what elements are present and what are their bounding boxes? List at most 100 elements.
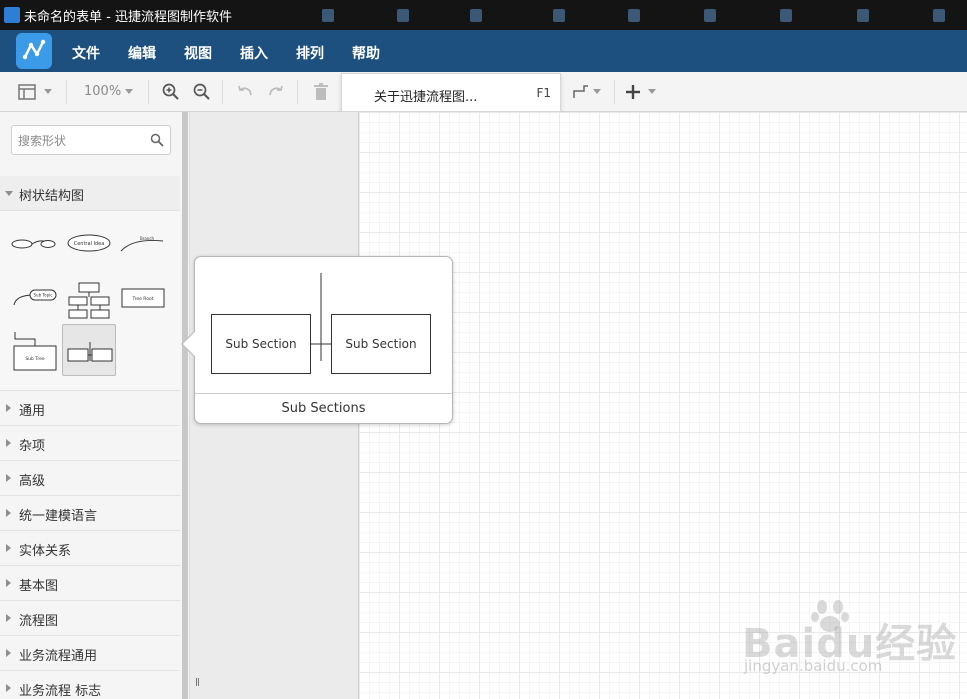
- section-label: 杂项: [19, 439, 46, 454]
- shape-label-tree-root: Tree Root: [131, 296, 153, 302]
- window-title: 未命名的表单 - 迅捷流程图制作软件: [24, 10, 232, 25]
- logo-icon: [22, 39, 46, 60]
- sidebar-section-tree[interactable]: 树状结构图: [0, 176, 180, 211]
- toolbar-divider: [222, 80, 223, 104]
- menu-insert[interactable]: 插入: [240, 43, 268, 63]
- shape-label-central-idea: Central Idea: [74, 241, 105, 247]
- section-label: 高级: [19, 474, 46, 489]
- toolbar-divider: [148, 80, 149, 104]
- menu-view[interactable]: 视图: [184, 43, 212, 63]
- menu-help[interactable]: 帮助: [352, 43, 380, 63]
- shape-sub-topic[interactable]: Sub Topic: [8, 273, 62, 325]
- caret-right-icon: [6, 684, 11, 692]
- caret-right-icon: [6, 509, 11, 517]
- shape-idea-branch[interactable]: [8, 221, 62, 273]
- zoom-in-icon[interactable]: [161, 82, 181, 102]
- sub-sections-thumbnail: [67, 342, 113, 362]
- taskbar-icon[interactable]: [397, 9, 409, 22]
- search-input[interactable]: [18, 132, 148, 150]
- toolbar-divider: [614, 80, 615, 104]
- redo-icon[interactable]: [266, 82, 286, 102]
- section-label: 业务流程 标志: [19, 684, 102, 699]
- shape-label-sub-tree: Sub Tree: [25, 356, 45, 362]
- menu-item-about[interactable]: 关于迅捷流程图...: [374, 86, 477, 105]
- tooltip-divider: [195, 393, 452, 394]
- sidebar-section-advanced[interactable]: 高级: [0, 461, 180, 496]
- preview-connector-line: [311, 343, 333, 345]
- app-logo: [16, 33, 52, 69]
- sidebar-section-basic[interactable]: 基本图: [0, 566, 180, 601]
- taskbar-icon[interactable]: [933, 9, 945, 22]
- chevron-down-icon[interactable]: [593, 89, 601, 94]
- menu-edit[interactable]: 编辑: [128, 43, 156, 63]
- section-label: 业务流程通用: [19, 649, 98, 664]
- zoom-level[interactable]: 100%: [84, 84, 121, 99]
- toolbar-divider: [297, 80, 298, 104]
- sidebar-section-entity-relation[interactable]: 实体关系: [0, 531, 180, 566]
- caret-right-icon: [6, 649, 11, 657]
- preview-connector-line: [320, 273, 322, 361]
- search-icon[interactable]: [150, 133, 164, 147]
- sidebar-section-misc[interactable]: 杂项: [0, 426, 180, 461]
- shape-label-branch: Branch: [140, 236, 155, 241]
- taskbar-icon[interactable]: [704, 9, 716, 22]
- section-label: 树状结构图: [19, 189, 85, 204]
- taskbar-icon[interactable]: [470, 9, 482, 22]
- preview-sub-section-left: Sub Section: [211, 314, 311, 374]
- section-label: 流程图: [19, 614, 59, 629]
- caret-right-icon: [6, 614, 11, 622]
- taskbar-icon[interactable]: [322, 9, 334, 22]
- sidebar-section-uml[interactable]: 统一建模语言: [0, 496, 180, 531]
- preview-sub-section-right: Sub Section: [331, 314, 431, 374]
- trash-icon[interactable]: [311, 82, 331, 102]
- sub-section-label: Sub Section: [225, 337, 297, 351]
- shape-sub-sections[interactable]: [62, 324, 116, 376]
- chevron-down-icon[interactable]: [125, 89, 133, 94]
- caret-down-icon: [5, 191, 13, 196]
- caret-right-icon: [6, 439, 11, 447]
- layout-panel-icon[interactable]: [17, 82, 37, 102]
- title-bar: 未命名的表单 - 迅捷流程图制作软件: [0, 0, 967, 30]
- taskbar-icon[interactable]: [780, 9, 792, 22]
- sidebar-section-bpmn-markers[interactable]: 业务流程 标志: [0, 671, 180, 699]
- zoom-out-icon[interactable]: [192, 82, 212, 102]
- shape-branch[interactable]: Branch: [117, 221, 171, 273]
- shape-search[interactable]: [11, 125, 171, 155]
- sidebar-section-general[interactable]: 通用: [0, 391, 180, 426]
- connector-style-icon[interactable]: [571, 82, 591, 102]
- sidebar-section-bpmn-general[interactable]: 业务流程通用: [0, 636, 180, 671]
- undo-icon[interactable]: [235, 82, 255, 102]
- shape-org-tree[interactable]: [62, 273, 116, 325]
- sidebar-section-flowchart[interactable]: 流程图: [0, 601, 180, 636]
- shape-central-idea[interactable]: Central Idea: [62, 221, 116, 273]
- caret-right-icon: [6, 544, 11, 552]
- taskbar-icon[interactable]: [628, 9, 640, 22]
- shape-tree-root[interactable]: Tree Root: [117, 273, 171, 325]
- sidebar-scrollbar[interactable]: [182, 112, 188, 699]
- caret-right-icon: [6, 579, 11, 587]
- chevron-down-icon[interactable]: [44, 89, 52, 94]
- shape-preview-tooltip: Sub Section Sub Section Sub Sections: [181, 256, 453, 424]
- taskbar-icon[interactable]: [553, 9, 565, 22]
- sub-section-label: Sub Section: [345, 337, 417, 351]
- shape-sub-tree[interactable]: Sub Tree: [8, 324, 62, 376]
- drag-handle-icon[interactable]: [196, 678, 199, 686]
- watermark: Baidu经验 jingyan.baidu.com: [740, 597, 956, 682]
- help-dropdown: 关于迅捷流程图... F1: [341, 73, 561, 112]
- chevron-down-icon[interactable]: [648, 89, 656, 94]
- taskbar-icon[interactable]: [857, 9, 869, 22]
- caret-right-icon: [6, 404, 11, 412]
- watermark-url: jingyan.baidu.com: [744, 657, 883, 675]
- shape-palette: Central Idea Branch Sub Topic Tree Root …: [0, 211, 180, 391]
- shape-label-sub-topic: Sub Topic: [34, 293, 53, 298]
- menu-arrange[interactable]: 排列: [296, 43, 324, 63]
- section-label: 基本图: [19, 579, 59, 594]
- section-label: 统一建模语言: [19, 509, 98, 524]
- menu-file[interactable]: 文件: [72, 43, 100, 63]
- section-label: 通用: [19, 404, 46, 419]
- app-icon: [4, 7, 20, 23]
- preview-caption: Sub Sections: [281, 401, 366, 416]
- shortcut-label: F1: [536, 86, 551, 100]
- plus-icon[interactable]: [623, 82, 643, 102]
- section-label: 实体关系: [19, 544, 72, 559]
